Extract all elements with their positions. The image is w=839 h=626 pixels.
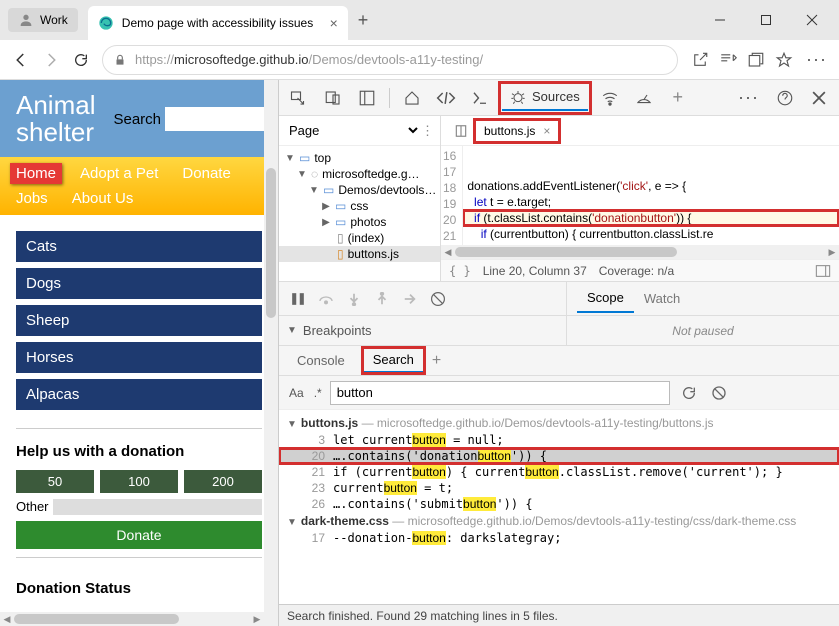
more-tabs-button[interactable]: + [664,84,692,112]
help-icon[interactable] [771,84,799,112]
device-toolbar-icon[interactable] [319,84,347,112]
category-item[interactable]: Alpacas [16,379,262,410]
navigator-more-icon[interactable]: ⋮ [421,123,434,139]
pause-button[interactable] [287,288,309,310]
category-item[interactable]: Horses [16,342,262,373]
forward-button [36,45,66,75]
search-status-bar: Search finished. Found 29 matching lines… [279,604,839,626]
profile-label: Work [40,13,68,27]
network-tab-icon[interactable] [596,84,624,112]
search-input[interactable] [330,381,670,405]
minimize-button[interactable] [697,4,743,36]
close-window-button[interactable] [789,4,835,36]
maximize-button[interactable] [743,4,789,36]
match-case-toggle[interactable]: Aa [287,384,306,402]
scroll-right-icon[interactable]: ▶ [250,612,264,626]
pretty-print-icon[interactable]: { } [449,264,471,278]
page-content: Animalshelter Search Home Adopt a Pet Do… [0,80,278,626]
file-nav-icon[interactable] [447,117,475,145]
scroll-left-icon[interactable]: ◀ [0,612,14,626]
breakpoints-section[interactable]: ▼Breakpoints [279,316,567,345]
console-drawer-tab[interactable]: Console [287,349,355,372]
bug-icon [510,89,526,105]
browser-menu-button[interactable]: ··· [800,49,833,70]
other-amount-input[interactable] [53,499,262,515]
lock-icon [113,53,127,67]
file-tree[interactable]: ▼▭top ▼◌microsoftedge.g… ▼▭Demos/devtool… [279,146,440,266]
category-item[interactable]: Sheep [16,305,262,336]
donate-button[interactable]: Donate [16,521,262,549]
person-icon [18,12,34,28]
tab-close-icon[interactable]: × [330,15,338,31]
not-paused-label: Not paused [567,316,839,345]
favorite-icon[interactable] [774,50,794,70]
tab-title: Demo page with accessibility issues [122,16,324,30]
donation-heading: Help us with a donation [0,437,278,470]
search-label: Search [113,111,161,128]
open-file-tab[interactable]: buttons.js× [475,120,559,142]
tracking-prevention-icon[interactable] [690,50,710,70]
nav-home[interactable]: Home [10,163,62,184]
donation-amount-button[interactable]: 200 [184,470,262,493]
step-icon[interactable] [399,288,421,310]
browser-tab[interactable]: Demo page with accessibility issues × [88,6,348,40]
donation-status-heading: Donation Status [0,566,278,603]
back-button[interactable] [6,45,36,75]
nav-donate[interactable]: Donate [176,163,236,184]
step-out-icon[interactable] [371,288,393,310]
sidebar-toggle-icon[interactable] [815,264,831,278]
add-drawer-tab-icon[interactable]: + [432,352,441,370]
clear-search-icon[interactable] [708,382,730,404]
donation-amount-button[interactable]: 50 [16,470,94,493]
search-results[interactable]: ▼buttons.js — microsoftedge.github.io/De… [279,410,839,604]
refresh-button[interactable] [66,45,96,75]
profile-button[interactable]: Work [8,8,78,32]
deactivate-breakpoints-icon[interactable] [427,288,449,310]
other-label: Other [16,499,49,514]
main-nav: Home Adopt a Pet Donate Jobs About Us [0,157,278,215]
inspect-icon[interactable] [285,84,313,112]
console-tab-icon[interactable] [466,84,494,112]
url-text: https://microsoftedge.github.io/Demos/de… [135,52,483,67]
welcome-tab-icon[interactable] [398,84,426,112]
elements-tab-icon[interactable] [432,84,460,112]
read-aloud-icon[interactable] [718,50,738,70]
search-drawer-tab[interactable]: Search [363,348,424,373]
regex-toggle[interactable]: .* [314,386,322,400]
nav-about[interactable]: About Us [66,188,140,209]
sources-tab[interactable]: Sources [502,85,588,111]
address-bar[interactable]: https://microsoftedge.github.io/Demos/de… [102,45,678,75]
donation-amount-button[interactable]: 100 [100,470,178,493]
page-scrollbar[interactable] [264,80,278,626]
navigator-mode-select[interactable]: Page [285,122,421,139]
category-item[interactable]: Dogs [16,268,262,299]
coverage-info: Coverage: n/a [599,264,674,278]
devtools-menu-button[interactable]: ··· [732,87,765,108]
category-item[interactable]: Cats [16,231,262,262]
close-devtools-button[interactable] [805,84,833,112]
dock-icon[interactable] [353,84,381,112]
site-search-input[interactable] [165,107,265,131]
nav-adopt[interactable]: Adopt a Pet [74,163,164,184]
close-file-icon[interactable]: × [543,124,550,138]
performance-tab-icon[interactable] [630,84,658,112]
site-brand: Animalshelter [16,92,95,147]
edge-favicon-icon [98,15,114,31]
step-over-icon[interactable] [315,288,337,310]
devtools-panel: Sources + ··· Page ⋮ ▼▭top ▼◌ [278,80,839,626]
new-tab-button[interactable]: + [358,10,369,31]
step-into-icon[interactable] [343,288,365,310]
watch-tab[interactable]: Watch [634,285,690,312]
cursor-position: Line 20, Column 37 [483,264,587,278]
nav-jobs[interactable]: Jobs [10,188,54,209]
refresh-search-icon[interactable] [678,382,700,404]
scope-tab[interactable]: Scope [577,284,634,313]
collections-icon[interactable] [746,50,766,70]
